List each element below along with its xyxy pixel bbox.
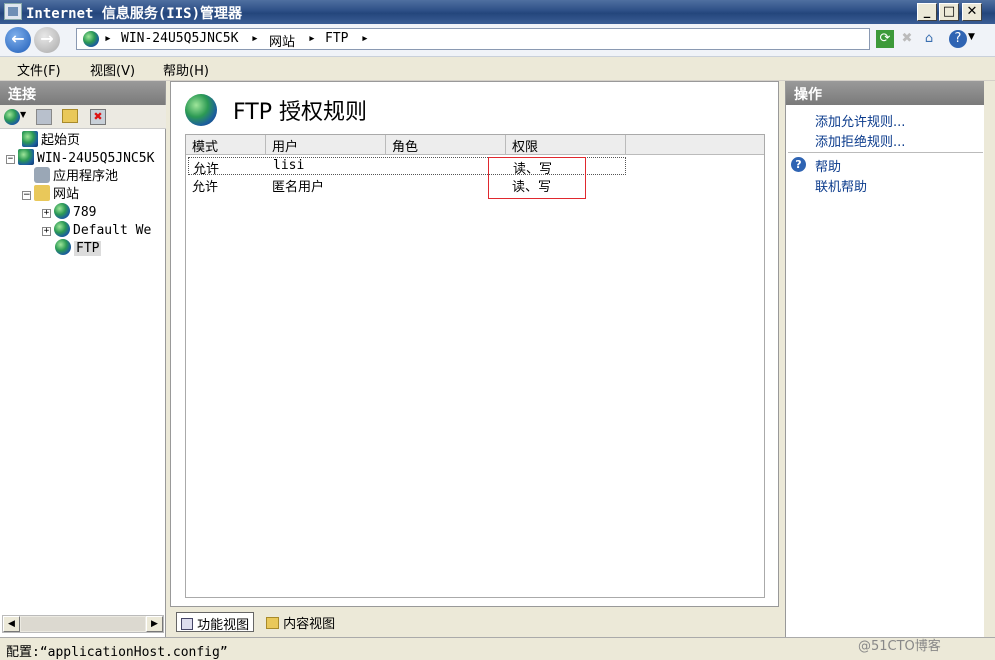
forward-arrow-icon[interactable]: →: [34, 27, 60, 53]
tree-item-label: 应用程序池: [53, 169, 119, 184]
add-deny-rule-link[interactable]: 添加拒绝规则...: [815, 131, 905, 150]
tab-content-view[interactable]: 内容视图: [262, 612, 339, 632]
tree-item-start-page[interactable]: 起始页: [6, 131, 164, 149]
connections-header: 连接: [0, 81, 165, 105]
actions-header: 操作: [786, 81, 984, 105]
globe-icon: [55, 239, 71, 255]
tree-item-server[interactable]: − WIN-24U5Q5JNC5K: [6, 149, 164, 167]
watermark: @51CTO博客: [858, 639, 941, 654]
expand-icon[interactable]: +: [42, 209, 51, 218]
back-arrow-icon[interactable]: ←: [5, 27, 31, 53]
navigation-bar: ← → ▸ WIN-24U5Q5JNC5K ▸ 网站 ▸ FTP ▸ ⟳ ✖ ⌂…: [0, 24, 995, 57]
maximize-button[interactable]: □: [939, 3, 959, 21]
chevron-down-icon[interactable]: ▼: [968, 32, 975, 42]
window-title: Internet 信息服务(IIS)管理器: [26, 6, 243, 22]
start-page-icon: [22, 131, 38, 147]
cell-user: 匿名用户: [272, 180, 325, 195]
add-allow-rule-link[interactable]: 添加允许规则...: [815, 111, 905, 130]
address-separator: ▸: [251, 31, 259, 46]
app-pool-icon: [34, 167, 50, 183]
collapse-icon[interactable]: −: [6, 155, 15, 164]
ftp-globe-icon: [185, 94, 217, 126]
cell-mode: 允许: [193, 162, 220, 177]
tree-item-label: 起始页: [41, 133, 81, 148]
help-icon: ?: [791, 157, 806, 172]
rules-table: 模式 用户 角色 权限 允许 lisi 读、写 允许 匿名用户 读、写: [185, 134, 765, 598]
permission-highlight-box: [488, 157, 586, 199]
view-switcher: 功能视图 内容视图: [170, 609, 779, 635]
help-link[interactable]: 帮助: [815, 156, 841, 175]
iis-app-icon: [4, 3, 22, 20]
globe-icon: [54, 221, 70, 237]
status-bar: 配置:“applicationHost.config” @51CTO博客: [0, 637, 995, 660]
folder-up-icon[interactable]: [62, 109, 78, 123]
online-help-link[interactable]: 联机帮助: [815, 176, 867, 195]
connections-toolbar: ▼ ✖: [0, 105, 166, 129]
tree-item-app-pools[interactable]: 应用程序池: [6, 167, 164, 185]
address-part-server[interactable]: WIN-24U5Q5JNC5K: [121, 31, 238, 46]
content-view-icon: [266, 617, 279, 629]
server-icon: [18, 149, 34, 165]
cell-mode: 允许: [192, 180, 219, 195]
status-text: 配置:“applicationHost.config”: [6, 645, 228, 660]
globe-icon: [54, 203, 70, 219]
features-view-icon: [181, 618, 193, 630]
menu-bar: 文件(F) 视图(V) 帮助(H): [0, 57, 995, 81]
tree-item-label: FTP: [74, 241, 102, 256]
column-header-permission[interactable]: 权限: [506, 135, 626, 155]
menu-help[interactable]: 帮助(H): [163, 60, 209, 79]
scroll-left-icon[interactable]: ◀: [3, 616, 20, 632]
close-button[interactable]: ✕: [962, 3, 982, 21]
help-icon[interactable]: ?: [949, 30, 967, 48]
globe-icon: [83, 31, 99, 47]
address-separator: ▸: [104, 31, 112, 46]
divider: [788, 152, 983, 153]
tab-label: 功能视图: [197, 618, 250, 633]
page-title: FTP 授权规则: [233, 100, 367, 125]
address-separator: ▸: [361, 31, 369, 46]
address-separator: ▸: [308, 31, 316, 46]
address-bar[interactable]: ▸ WIN-24U5Q5JNC5K ▸ 网站 ▸ FTP ▸: [76, 28, 870, 50]
tab-label: 内容视图: [283, 617, 336, 632]
address-part-sites[interactable]: 网站: [269, 31, 295, 50]
connect-icon[interactable]: [4, 109, 20, 125]
tree-item-site-ftp[interactable]: FTP: [6, 239, 164, 257]
folder-icon: [34, 185, 50, 201]
title-bar: Internet 信息服务(IIS)管理器 _ □ ✕: [0, 0, 995, 24]
column-header-filler: [626, 135, 764, 155]
home-icon[interactable]: ⌂: [920, 30, 938, 48]
menu-view[interactable]: 视图(V): [90, 60, 135, 79]
save-icon[interactable]: [36, 109, 52, 125]
column-header-mode[interactable]: 模式: [186, 135, 266, 155]
chevron-down-icon[interactable]: ▼: [20, 110, 26, 119]
main-panel: FTP 授权规则 模式 用户 角色 权限 允许 lisi 读、写 允许 匿名用户…: [170, 81, 779, 607]
tree-item-label: 789: [73, 205, 97, 220]
tab-features-view[interactable]: 功能视图: [176, 612, 255, 633]
refresh-icon[interactable]: ⟳: [876, 30, 894, 48]
cell-user: lisi: [273, 158, 305, 173]
disconnect-icon[interactable]: ✖: [90, 109, 106, 125]
tree-item-sites[interactable]: − 网站: [6, 185, 164, 203]
tree-item-site-default[interactable]: + Default We: [6, 221, 164, 239]
connections-tree: 起始页 − WIN-24U5Q5JNC5K 应用程序池 − 网站 +789 + Def…: [6, 131, 164, 257]
scroll-track[interactable]: [21, 617, 145, 631]
connections-panel: 连接 ▼ ✖ 起始页 − WIN-24U5Q5JNC5K 应用程序池 − 网站 +7…: [0, 81, 166, 637]
tree-item-label: Default We: [73, 223, 152, 238]
expand-icon[interactable]: +: [42, 227, 51, 236]
tree-item-label: WIN-24U5Q5JNC5K: [37, 151, 155, 166]
tree-item-label: 网站: [53, 187, 80, 202]
scroll-right-icon[interactable]: ▶: [146, 616, 163, 632]
minimize-button[interactable]: _: [917, 3, 937, 21]
menu-file[interactable]: 文件(F): [17, 60, 61, 79]
address-part-ftp[interactable]: FTP: [325, 31, 348, 46]
column-header-user[interactable]: 用户: [266, 135, 386, 155]
tree-item-site-789[interactable]: +789: [6, 203, 164, 221]
collapse-icon[interactable]: −: [22, 191, 31, 200]
horizontal-scrollbar[interactable]: ◀ ▶: [2, 615, 164, 633]
column-header-role[interactable]: 角色: [386, 135, 506, 155]
stop-icon[interactable]: ✖: [898, 30, 916, 48]
actions-panel: 操作 添加允许规则... 添加拒绝规则... ? 帮助 联机帮助: [785, 81, 984, 637]
